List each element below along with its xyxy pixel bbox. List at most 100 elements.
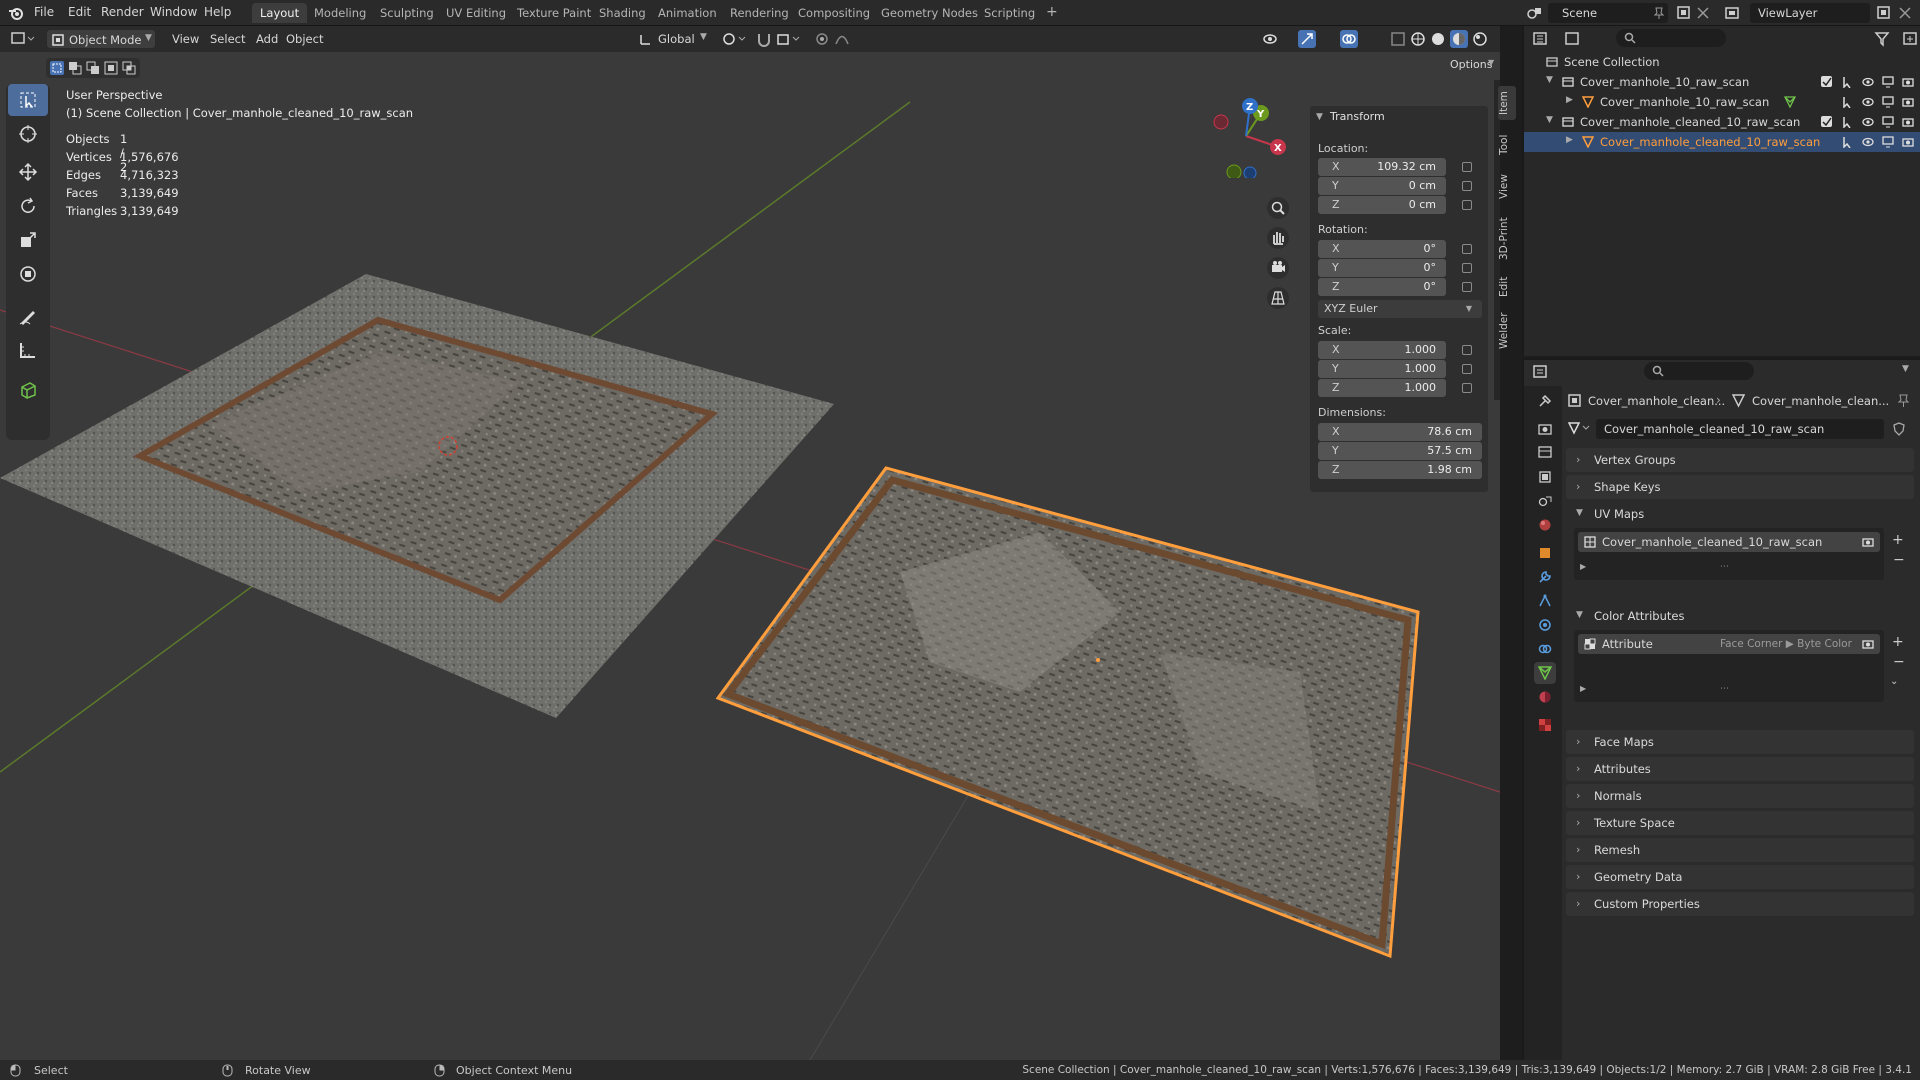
proportional-edit-icon[interactable] [814,31,830,47]
scene-icon[interactable] [1526,5,1542,21]
pan-hand-icon[interactable] [1266,226,1290,250]
object-tab[interactable] [1534,542,1556,564]
sidebar-tab-item[interactable]: Item [1498,86,1516,120]
mode-selector[interactable]: Object Mode ▼ [46,29,156,49]
tab-layout[interactable]: Layout [252,3,308,23]
sidebar-tab-view[interactable]: View [1498,170,1516,204]
pin-icon[interactable] [1654,7,1664,19]
new-collection-icon[interactable] [1902,31,1918,47]
scale-tool[interactable] [8,224,48,256]
visibility-selector-icon[interactable] [1262,31,1290,47]
expand-arrow-icon[interactable]: ▶ [1566,135,1573,145]
tab-uv-editing[interactable]: UV Editing [438,3,514,23]
outliner-editor-icon[interactable] [1532,31,1558,47]
delete-scene-icon[interactable] [1696,6,1710,20]
render-camera-icon[interactable] [1902,116,1914,128]
eye-icon[interactable] [1862,136,1874,148]
material-tab[interactable] [1534,686,1556,708]
wireframe-shading-icon[interactable] [1410,31,1426,47]
filter-icon[interactable] [1874,31,1900,47]
3d-viewport[interactable]: Object Mode ▼ View Select Add Object Glo… [0,26,1500,1060]
view-layer-selector[interactable]: ViewLayer [1750,3,1870,23]
selectable-arrow-icon[interactable] [1842,136,1854,148]
properties-editor-icon[interactable] [1532,364,1558,380]
uv-map-item[interactable]: Cover_manhole_cleaned_10_raw_scan [1578,532,1880,552]
sidebar-tab-edit[interactable]: Edit [1498,272,1516,302]
tool-settings-tab[interactable] [1534,390,1556,412]
gizmo-neg-z[interactable] [1243,166,1257,178]
zoom-icon[interactable] [1266,196,1290,220]
view-layer-icon[interactable] [1724,5,1744,21]
expand-arrow-icon[interactable]: ▼ [1546,115,1553,125]
snap-icon[interactable] [756,31,772,47]
particles-tab[interactable] [1534,590,1556,612]
panel-attributes[interactable]: › Attributes [1566,757,1914,781]
menu-select[interactable]: Select [204,29,251,49]
rotation-y-field[interactable]: Y 0° [1318,259,1446,277]
measure-tool[interactable] [8,334,48,366]
menu-window[interactable]: Window [150,5,197,19]
rotation-z-field[interactable]: Z 0° [1318,278,1446,296]
rotation-x-field[interactable]: X 0° [1318,240,1446,258]
panel-vertex-groups[interactable]: › Vertex Groups [1566,448,1914,472]
new-scene-icon[interactable] [1676,5,1692,21]
location-x-field[interactable]: X 109.32 cm [1318,158,1446,176]
lock-icon[interactable] [1462,345,1472,355]
tab-rendering[interactable]: Rendering [722,3,797,23]
expand-arrow-icon[interactable]: ▶ [1566,95,1573,105]
add-color-attribute-button[interactable]: + [1892,634,1904,650]
options-dropdown[interactable]: Options ▼ [1444,55,1498,75]
scene-tab[interactable] [1534,490,1556,512]
list-resize-handle-icon[interactable]: ⋯ [1720,562,1729,572]
tab-texture-paint[interactable]: Texture Paint [509,3,599,23]
eye-icon[interactable] [1862,76,1874,88]
blender-logo-icon[interactable] [8,5,24,21]
outliner-row-collection[interactable]: ▼ Cover_manhole_10_raw_scan [1524,72,1920,92]
scale-x-field[interactable]: X 1.000 [1318,341,1446,359]
select-box-tool[interactable] [8,84,48,116]
selectable-arrow-icon[interactable] [1842,116,1854,128]
tab-animation[interactable]: Animation [650,3,725,23]
cursor-tool[interactable] [8,118,48,150]
dimensions-x-field[interactable]: X 78.6 cm [1318,423,1482,441]
tab-sculpting[interactable]: Sculpting [372,3,442,23]
gizmo-neg-x[interactable] [1213,114,1229,130]
render-camera-icon[interactable] [1902,76,1914,88]
tab-modeling[interactable]: Modeling [306,3,374,23]
lock-icon[interactable] [1462,181,1472,191]
select-subtract-icon[interactable] [86,61,100,75]
cleaned-scan-object[interactable] [715,466,1420,959]
display-mode-icon[interactable] [1564,31,1590,47]
raw-scan-object[interactable] [0,274,834,718]
texture-tab[interactable] [1534,714,1556,736]
rotate-tool[interactable] [8,190,48,222]
mesh-name-field[interactable]: Cover_manhole_cleaned_10_raw_scan [1596,419,1884,439]
render-tab[interactable] [1534,418,1556,440]
properties-search-input[interactable] [1644,362,1754,380]
panel-remesh[interactable]: › Remesh [1566,838,1914,862]
menu-object[interactable]: Object [280,29,329,49]
menu-edit[interactable]: Edit [68,5,91,19]
mesh-data-tab[interactable] [1534,662,1556,684]
new-view-layer-icon[interactable] [1876,5,1892,21]
dimensions-y-field[interactable]: Y 57.5 cm [1318,442,1482,460]
sidebar-tab-welder[interactable]: Welder [1498,310,1516,352]
world-tab[interactable] [1534,514,1556,536]
sidebar-tab-tool[interactable]: Tool [1498,128,1516,162]
delete-view-layer-icon[interactable] [1898,6,1912,20]
scale-z-field[interactable]: Z 1.000 [1318,379,1446,397]
orientation-selector[interactable]: Global ▼ [636,29,712,49]
falloff-icon[interactable] [834,31,860,47]
lock-icon[interactable] [1462,263,1472,273]
fake-user-shield-icon[interactable] [1892,422,1906,436]
transform-tool[interactable] [8,258,48,290]
add-uv-map-button[interactable]: + [1892,532,1904,548]
select-invert-icon[interactable] [104,61,118,75]
lock-icon[interactable] [1462,364,1472,374]
remove-uv-map-button[interactable]: − [1893,552,1905,568]
scene-selector[interactable]: Scene [1548,3,1668,23]
eye-icon[interactable] [1862,96,1874,108]
navigation-gizmo[interactable]: X Y Z [1206,92,1292,178]
pivot-point-icon[interactable] [722,31,748,47]
move-tool[interactable] [8,156,48,188]
